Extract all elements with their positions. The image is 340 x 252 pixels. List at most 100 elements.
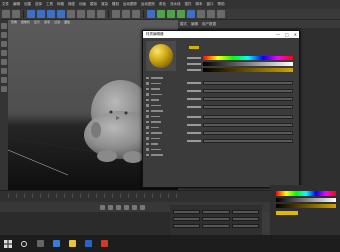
hue-slider[interactable] — [203, 56, 293, 60]
play-icon[interactable] — [116, 204, 121, 210]
material-sphere — [149, 44, 173, 68]
position-x-field[interactable] — [173, 210, 201, 214]
render-picture-icon[interactable] — [122, 10, 130, 18]
menu-item[interactable]: 创建 — [24, 2, 31, 7]
taskbar-app[interactable] — [96, 235, 112, 252]
model-mode-icon[interactable] — [1, 23, 7, 29]
maximize-button[interactable]: □ — [285, 32, 289, 37]
cube-icon[interactable] — [147, 10, 155, 18]
menu-item[interactable]: 插件 — [185, 2, 192, 7]
taskbar-app[interactable] — [64, 235, 80, 252]
channel-item[interactable] — [146, 152, 184, 158]
roughness-field[interactable] — [203, 139, 293, 143]
window-controls: — □ ✕ — [276, 32, 297, 37]
record-icon[interactable] — [140, 204, 145, 210]
camera-icon[interactable] — [207, 10, 215, 18]
menu-item[interactable]: 运动图形 — [141, 2, 155, 7]
mix-mode-field[interactable] — [203, 97, 293, 101]
material-manager[interactable] — [0, 212, 170, 235]
subdivision-icon[interactable] — [167, 10, 175, 18]
rotate-icon[interactable] — [57, 10, 65, 18]
next-key-icon[interactable] — [124, 204, 129, 210]
size-x-field[interactable] — [173, 217, 201, 221]
menu-item[interactable]: 运动跟踪 — [123, 2, 137, 7]
taskbar-app[interactable] — [48, 235, 64, 252]
taskbar-app[interactable] — [80, 235, 96, 252]
texture-field[interactable] — [203, 89, 293, 93]
value-slider[interactable] — [203, 62, 293, 66]
menu-item[interactable]: 渲染 — [101, 2, 108, 7]
task-view-button[interactable] — [32, 235, 48, 252]
previous-key-icon[interactable] — [108, 204, 113, 210]
rotation-b-field[interactable] — [231, 224, 259, 228]
render-settings-icon[interactable] — [132, 10, 140, 18]
diffuse-falloff-field[interactable] — [203, 123, 293, 127]
menu-item[interactable]: 模拟 — [90, 2, 97, 7]
go-to-end-icon[interactable] — [132, 204, 137, 210]
diffuse-level-field[interactable] — [203, 131, 293, 135]
deformer-icon[interactable] — [187, 10, 195, 18]
tab-edit[interactable]: 编辑 — [191, 22, 198, 27]
mix-strength-field[interactable] — [203, 105, 293, 109]
scene-icon[interactable] — [197, 10, 205, 18]
render-view-icon[interactable] — [112, 10, 120, 18]
rotation-h-field[interactable] — [173, 224, 201, 228]
menu-item[interactable]: 网格 — [57, 2, 64, 7]
saturation-bar[interactable] — [276, 204, 336, 208]
redo-icon[interactable] — [12, 10, 20, 18]
tab-user-data[interactable]: 用户数据 — [202, 22, 216, 27]
menu-item[interactable]: 选择 — [35, 2, 42, 7]
search-button[interactable] — [16, 235, 32, 252]
position-z-field[interactable] — [231, 210, 259, 214]
z-axis-icon[interactable] — [87, 10, 95, 18]
saturation-slider[interactable] — [203, 68, 293, 72]
toolbar-divider — [143, 10, 144, 18]
value-bar[interactable] — [276, 198, 336, 202]
y-axis-icon[interactable] — [77, 10, 85, 18]
timeline-ruler[interactable] — [8, 193, 178, 198]
start-button[interactable] — [0, 235, 16, 252]
menu-item[interactable]: 捕捉 — [68, 2, 75, 7]
close-button[interactable]: ✕ — [294, 32, 297, 37]
hue-bar[interactable] — [276, 191, 336, 196]
workplane-icon[interactable] — [1, 86, 7, 92]
menu-item[interactable]: 工具 — [46, 2, 53, 7]
color-swatch[interactable] — [189, 46, 199, 49]
menu-item[interactable]: 雕刻 — [112, 2, 119, 7]
position-y-field[interactable] — [202, 210, 230, 214]
live-select-icon[interactable] — [27, 10, 35, 18]
cloner-icon[interactable] — [177, 10, 185, 18]
brightness-field[interactable] — [203, 81, 293, 85]
snap-icon[interactable] — [1, 77, 7, 83]
menu-item[interactable]: 角色 — [159, 2, 166, 7]
menu-item[interactable]: 动画 — [79, 2, 86, 7]
undo-icon[interactable] — [2, 10, 10, 18]
menu-item[interactable]: 脚本 — [196, 2, 203, 7]
model-field[interactable] — [203, 115, 293, 119]
menu-item[interactable]: 帮助 — [218, 2, 225, 7]
field-row — [187, 115, 293, 119]
texture-mode-icon[interactable] — [1, 32, 7, 38]
scale-icon[interactable] — [47, 10, 55, 18]
coordinate-system-icon[interactable] — [97, 10, 105, 18]
pen-icon[interactable] — [157, 10, 165, 18]
move-icon[interactable] — [37, 10, 45, 18]
menu-item[interactable]: 窗口 — [207, 2, 214, 7]
edges-mode-icon[interactable] — [1, 50, 7, 56]
x-axis-icon[interactable] — [67, 10, 75, 18]
rotation-p-field[interactable] — [202, 224, 230, 228]
size-y-field[interactable] — [202, 217, 230, 221]
menu-item[interactable]: 文件 — [2, 2, 9, 7]
axis-mode-icon[interactable] — [1, 68, 7, 74]
points-mode-icon[interactable] — [1, 41, 7, 47]
menu-item[interactable]: 编辑 — [13, 2, 20, 7]
minimize-button[interactable]: — — [276, 32, 280, 37]
current-color-swatch[interactable] — [276, 211, 298, 215]
material-preview[interactable] — [146, 41, 176, 71]
tab-mode[interactable]: 模式 — [180, 22, 187, 27]
polygons-mode-icon[interactable] — [1, 59, 7, 65]
size-z-field[interactable] — [231, 217, 259, 221]
go-to-start-icon[interactable] — [100, 204, 105, 210]
light-icon[interactable] — [217, 10, 225, 18]
menu-item[interactable]: 流水线 — [170, 2, 181, 7]
